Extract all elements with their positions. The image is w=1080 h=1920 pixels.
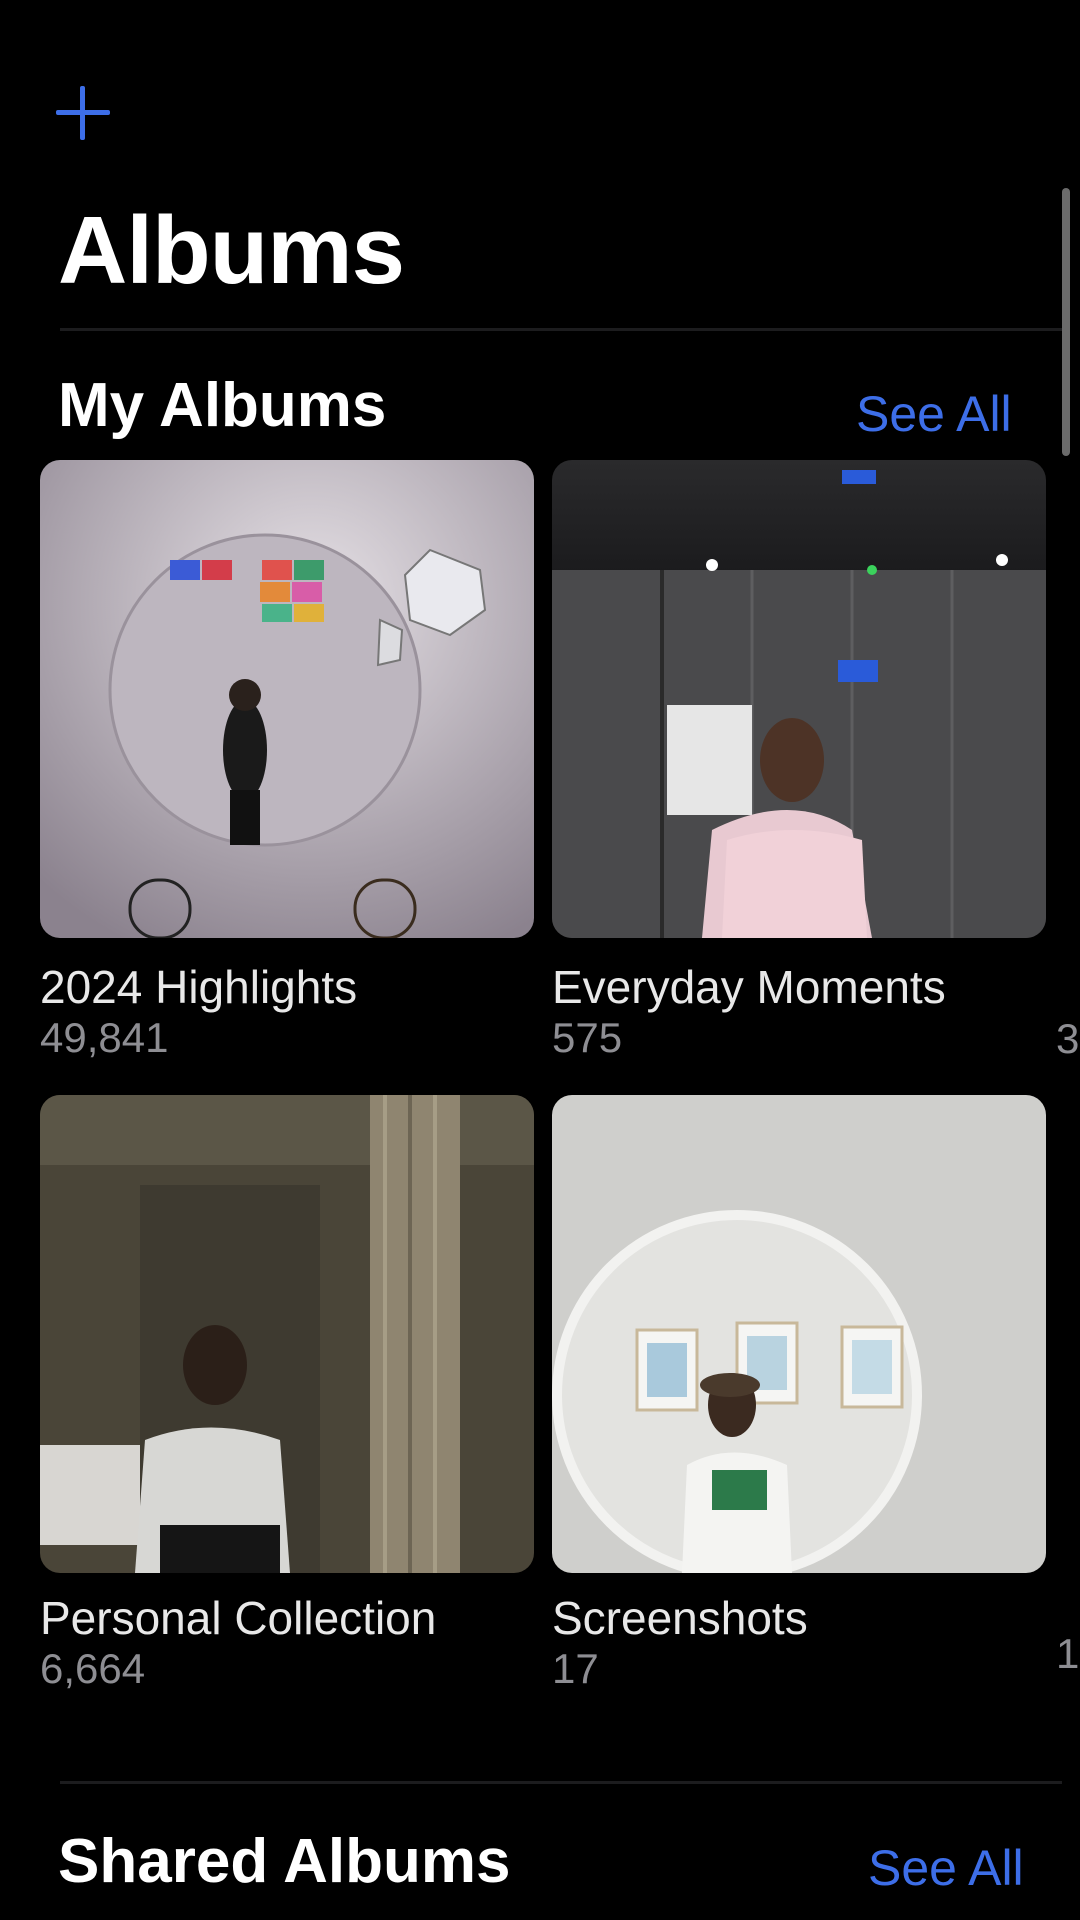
next-album-count-peek: 3: [1056, 1015, 1080, 1062]
album-name: Everyday Moments: [552, 961, 946, 1013]
next-album-count-peek: 1: [1056, 1630, 1080, 1677]
album-count: 17: [552, 1645, 599, 1692]
my-albums-heading: My Albums: [58, 371, 387, 440]
album-count: 6,664: [40, 1645, 146, 1692]
album-card[interactable]: Screenshots 17: [552, 1095, 1046, 1693]
album-count: 575: [552, 1014, 623, 1061]
section-divider: [60, 1781, 1062, 1784]
album-name: Personal Collection: [40, 1592, 437, 1644]
album-name: Screenshots: [552, 1592, 808, 1644]
album-cover-image: [40, 460, 534, 938]
album-card[interactable]: Everyday Moments 575: [552, 460, 1046, 1062]
my-albums-see-all-link[interactable]: See All: [856, 385, 1012, 443]
album-card[interactable]: Personal Collection 6,664: [40, 1095, 534, 1693]
album-cover-image: [552, 460, 1046, 938]
album-count: 49,841: [40, 1014, 169, 1061]
title-divider: [60, 328, 1062, 331]
album-cover-image: [552, 1095, 1046, 1573]
page-title: Albums: [58, 197, 405, 304]
album-card[interactable]: 2024 Highlights 49,841: [40, 460, 534, 1062]
album-cover-image: [40, 1095, 534, 1573]
shared-albums-heading: Shared Albums: [58, 1827, 511, 1896]
scroll-indicator[interactable]: [1062, 188, 1070, 456]
album-name: 2024 Highlights: [40, 961, 358, 1013]
add-album-button[interactable]: [50, 80, 116, 146]
albums-screen: Albums My Albums See All 2024 Highlights…: [0, 0, 1080, 1920]
shared-albums-see-all-link[interactable]: See All: [868, 1839, 1024, 1897]
